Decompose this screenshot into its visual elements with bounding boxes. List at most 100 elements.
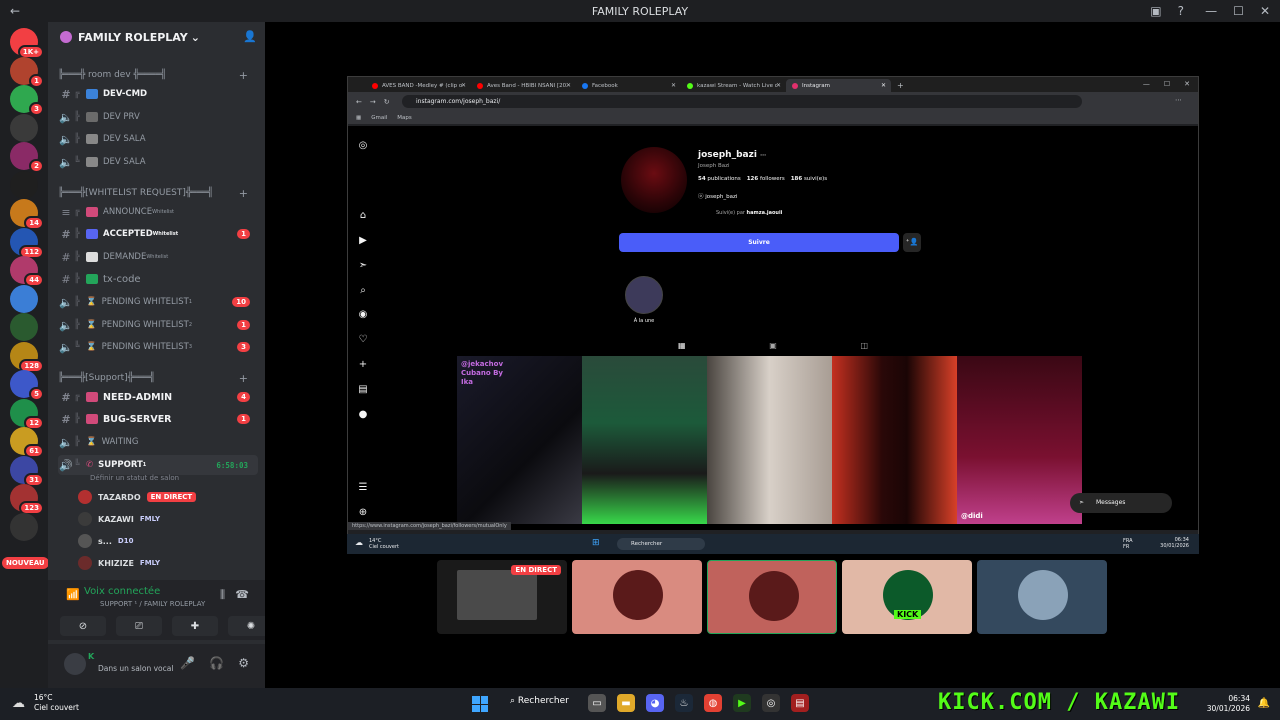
browser-tab[interactable]: Instagram ✕ xyxy=(786,79,891,92)
server-icon[interactable]: 44 xyxy=(10,256,44,287)
add-channel-icon[interactable]: + xyxy=(239,69,248,82)
add-channel-icon[interactable]: + xyxy=(239,187,248,200)
channel-waiting[interactable]: 🔈 ╠ ⌛ WAITING xyxy=(58,432,258,452)
server-icon[interactable]: 5 xyxy=(10,370,44,401)
channel-tx-code[interactable]: # ╠ tx-code xyxy=(58,269,258,289)
windows-start-icon[interactable] xyxy=(472,696,488,712)
instagram-logo-icon[interactable]: ◎ xyxy=(356,140,370,151)
server-icon[interactable]: 3 xyxy=(10,85,44,116)
dashboard-icon[interactable]: ▤ xyxy=(356,384,370,395)
server-icon[interactable]: 14 xyxy=(10,199,44,230)
avatar[interactable] xyxy=(64,653,86,675)
apps-icon[interactable]: ▦ xyxy=(356,115,361,121)
reels-tab-icon[interactable]: ▣ xyxy=(769,341,777,350)
channel-pending-whitelist[interactable]: 🔈 ╚ ⌛ PENDING WHITELIST 3 3 xyxy=(58,337,258,357)
screen-share-button[interactable]: ⎚ xyxy=(116,616,162,636)
stream-tile[interactable] xyxy=(572,560,702,634)
obs-icon[interactable]: ◎ xyxy=(762,694,780,712)
stream-tile[interactable] xyxy=(707,560,837,634)
voice-connected-label[interactable]: Voix connectée xyxy=(84,586,160,597)
post-thumbnail[interactable]: @didi xyxy=(957,356,1082,524)
menu-icon[interactable]: ☰ xyxy=(356,482,370,493)
channel-dev-sala[interactable]: 🔈 ╠ DEV SALA xyxy=(58,129,258,149)
server-icon[interactable]: 128 xyxy=(10,341,44,373)
forward-icon[interactable]: → xyxy=(370,98,376,106)
set-channel-status[interactable]: Définir un statut de salon xyxy=(90,474,179,482)
messages-button[interactable]: ➣ Messages xyxy=(1070,493,1172,513)
channel-need-admin[interactable]: # ╔ NEED-ADMIN 4 xyxy=(58,387,258,407)
post-thumbnail[interactable] xyxy=(707,356,832,524)
stream-tile[interactable]: EN DIRECT xyxy=(437,560,567,634)
server-icon[interactable]: 112 xyxy=(10,227,44,259)
threads-link[interactable]: ⓞ joseph_bazi xyxy=(698,192,737,200)
kick-studio-icon[interactable]: ▶ xyxy=(733,694,751,712)
highlight-circle[interactable] xyxy=(625,276,663,314)
help-icon[interactable]: ? xyxy=(1178,4,1184,18)
channel-dev-sala[interactable]: 🔈 ╚ DEV SALA xyxy=(58,152,258,172)
taskbar-search[interactable]: Rechercher xyxy=(617,538,705,550)
server-icon[interactable]: 123 xyxy=(10,484,44,515)
microphone-icon[interactable]: 🎤 xyxy=(180,656,195,670)
voice-user[interactable]: KAZAWI FMLY xyxy=(78,509,258,529)
heart-icon[interactable]: ♡ xyxy=(356,334,370,345)
tagged-tab-icon[interactable]: ◫ xyxy=(860,341,868,350)
followed-by[interactable]: Suivi(e) par hamza.jaouii xyxy=(716,210,782,216)
create-icon[interactable]: + xyxy=(356,359,370,370)
inbox-icon[interactable]: ▣ xyxy=(1150,4,1161,18)
server-icon[interactable]: 12 xyxy=(10,398,44,430)
windows-start-icon[interactable]: ⊞ xyxy=(592,538,600,548)
file-explorer-icon[interactable]: ▬ xyxy=(617,694,635,712)
follow-button[interactable]: Suivre xyxy=(619,233,899,252)
add-channel-icon[interactable]: + xyxy=(239,372,248,385)
direct-icon[interactable]: ➣ xyxy=(356,260,370,271)
following-link[interactable]: 186 suivi(e)s xyxy=(791,176,827,182)
post-thumbnail[interactable] xyxy=(832,356,957,524)
server-icon[interactable]: 61 xyxy=(10,427,44,458)
server-icon[interactable]: 2 xyxy=(10,142,44,173)
suggest-user-button[interactable]: ⁺👤 xyxy=(903,233,921,252)
tab-close-icon[interactable]: ✕ xyxy=(461,82,466,89)
notification-icon[interactable]: 🔔 xyxy=(1258,698,1270,709)
profile-avatar-icon[interactable]: ● xyxy=(356,409,370,420)
gear-icon[interactable]: ⚙ xyxy=(238,656,249,670)
server-icon[interactable]: 1K+ xyxy=(10,28,44,59)
tab-close-icon[interactable]: ✕ xyxy=(566,82,571,89)
browser-tab[interactable]: AVES BAND -Medley # (clip officiel)✕ xyxy=(366,79,471,92)
task-view-icon[interactable]: ▭ xyxy=(588,694,606,712)
maximize-button[interactable]: ☐ xyxy=(1164,80,1170,88)
taskbar-search[interactable]: ⌕ Rechercher xyxy=(510,696,569,706)
tab-close-icon[interactable]: ✕ xyxy=(776,82,781,89)
app-icon[interactable]: ▤ xyxy=(791,694,809,712)
guild-header[interactable]: FAMILY ROLEPLAY ⌄ 👤 xyxy=(48,22,265,52)
stream-tile[interactable]: KICK xyxy=(842,560,972,634)
category-whitelist[interactable]: ╠═══╬[WHITELIST REQUEST]╬═══╣ + xyxy=(58,187,258,200)
channel-support[interactable]: 🔊 ╚ ✆ SUPPORT 1 6:58:03 xyxy=(58,455,258,475)
server-icon[interactable] xyxy=(10,170,38,199)
search-icon[interactable]: ⌕ xyxy=(356,285,370,296)
weather-widget[interactable]: 16°C Ciel couvert xyxy=(34,693,79,713)
minimize-button[interactable]: — xyxy=(1205,4,1217,18)
system-clock[interactable]: 06:34 30/01/2026 xyxy=(1207,694,1250,714)
steam-icon[interactable]: ♨ xyxy=(675,694,693,712)
voice-user[interactable]: ꜱ... D10 xyxy=(78,531,258,551)
channel-dev-prv[interactable]: 🔈 ╠ DEV PRV xyxy=(58,107,258,127)
followers-link[interactable]: 126 followers xyxy=(747,176,785,182)
meta-icon[interactable]: ⊕ xyxy=(356,507,370,518)
bookmark-gmail[interactable]: Gmail xyxy=(371,115,387,121)
explore-icon[interactable]: ◉ xyxy=(356,309,370,320)
home-icon[interactable]: ⌂ xyxy=(356,210,370,221)
disconnect-icon[interactable]: ☎ xyxy=(235,588,249,601)
headphones-icon[interactable]: 🎧 xyxy=(209,656,224,670)
bookmark-maps[interactable]: Maps xyxy=(397,115,411,121)
channel-pending-whitelist[interactable]: 🔈 ╠ ⌛ PENDING WHITELIST 1 10 xyxy=(58,292,258,312)
close-button[interactable]: ✕ xyxy=(1184,80,1190,88)
channel-pending-whitelist[interactable]: 🔈 ╠ ⌛ PENDING WHITELIST 2 1 xyxy=(58,315,258,335)
back-icon[interactable]: ← xyxy=(356,98,362,106)
server-icon[interactable] xyxy=(10,284,38,313)
reels-icon[interactable]: ▶ xyxy=(356,235,370,246)
tab-close-icon[interactable]: ✕ xyxy=(671,82,676,89)
channel-demande[interactable]: # ╠ DEMANDE Whitelist xyxy=(58,247,258,267)
server-icon[interactable] xyxy=(10,512,38,541)
channel-accepted[interactable]: # ╠ ACCEPTED Whitelist 1 xyxy=(58,224,258,244)
voice-user[interactable]: TAZARDO EN DIRECT xyxy=(78,487,258,507)
